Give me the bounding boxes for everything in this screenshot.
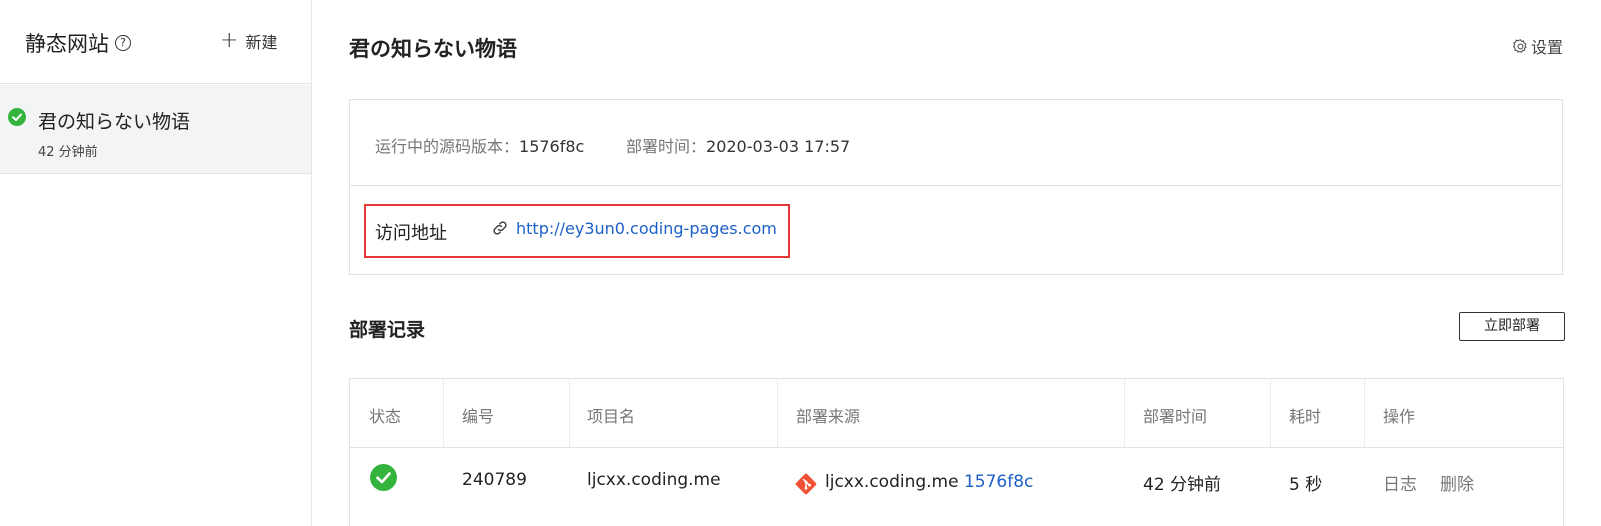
git-icon <box>795 473 817 495</box>
sidebar-item-time: 42 分钟前 <box>38 145 98 160</box>
row-deploy-time: 42 分钟前 <box>1143 475 1222 495</box>
settings-button[interactable]: 设置 <box>1512 34 1563 58</box>
sidebar-item-site[interactable]: 君の知らない物语 42 分钟前 <box>0 85 311 174</box>
link-icon <box>493 221 507 235</box>
column-header-id: 编号 <box>462 407 495 426</box>
version-row: 运行中的源码版本：1576f8c 部署时间：2020-03-03 17:57 <box>350 100 1562 186</box>
column-divider <box>1364 379 1365 447</box>
column-divider <box>1124 379 1125 447</box>
source-version-label: 运行中的源码版本： <box>375 137 520 156</box>
new-site-label: 新建 <box>245 33 278 52</box>
deploy-time-label: 部署时间： <box>626 137 707 156</box>
sidebar-item-name: 君の知らない物语 <box>38 111 191 133</box>
source-version: 运行中的源码版本：1576f8c <box>375 133 584 157</box>
column-divider <box>443 379 444 447</box>
sidebar-header: 静态网站 ? + 新建 <box>0 0 312 84</box>
column-header-source: 部署来源 <box>796 407 861 426</box>
check-circle-icon <box>370 464 397 491</box>
settings-label: 设置 <box>1531 38 1564 57</box>
column-divider <box>569 379 570 447</box>
site-info-panel: 运行中的源码版本：1576f8c 部署时间：2020-03-03 17:57 访… <box>349 99 1563 275</box>
sidebar: 静态网站 ? + 新建 君の知らない物语 42 分钟前 <box>0 0 312 526</box>
sidebar-title-text: 静态网站 <box>25 32 109 56</box>
column-header-deploy-time: 部署时间 <box>1143 407 1208 426</box>
new-site-button[interactable]: + 新建 <box>220 29 277 53</box>
help-icon[interactable]: ? <box>115 35 131 51</box>
row-source-commit-link[interactable]: 1576f8c <box>964 472 1033 492</box>
column-header-project: 项目名 <box>587 407 636 426</box>
row-source: ljcxx.coding.me 1576f8c <box>825 472 1033 492</box>
column-divider <box>777 379 778 447</box>
deploy-records-table: 状态 编号 项目名 部署来源 部署时间 耗时 操作 240789 ljcxx.c… <box>349 378 1564 526</box>
plus-icon: + <box>220 28 239 53</box>
deploy-records-title: 部署记录 <box>349 319 426 341</box>
row-source-repo: ljcxx.coding.me <box>825 472 959 492</box>
row-project: ljcxx.coding.me <box>587 470 721 490</box>
deploy-time-value: 2020-03-03 17:57 <box>706 137 851 156</box>
column-divider <box>1270 379 1271 447</box>
column-header-status: 状态 <box>369 407 402 426</box>
row-duration: 5 秒 <box>1289 475 1323 495</box>
sidebar-title: 静态网站 ? <box>25 28 131 58</box>
table-header: 状态 编号 项目名 部署来源 部署时间 耗时 操作 <box>350 379 1563 448</box>
source-version-value: 1576f8c <box>519 137 585 156</box>
app-root: 静态网站 ? + 新建 君の知らない物语 42 分钟前 君の知らない物语 设置 <box>0 0 1601 526</box>
page-title: 君の知らない物语 <box>349 37 517 61</box>
deploy-now-button[interactable]: 立即部署 <box>1459 312 1565 341</box>
access-url-link[interactable]: http://ey3un0.coding-pages.com <box>516 219 777 238</box>
row-delete-link[interactable]: 删除 <box>1440 470 1474 495</box>
column-header-actions: 操作 <box>1383 407 1416 426</box>
column-header-duration: 耗时 <box>1289 407 1322 426</box>
check-circle-icon <box>8 108 26 126</box>
access-url-label: 访问地址 <box>375 223 447 244</box>
row-id: 240789 <box>462 470 527 490</box>
gear-icon <box>1512 38 1527 53</box>
row-log-link[interactable]: 日志 <box>1383 470 1417 495</box>
deploy-time: 部署时间：2020-03-03 17:57 <box>626 133 850 157</box>
